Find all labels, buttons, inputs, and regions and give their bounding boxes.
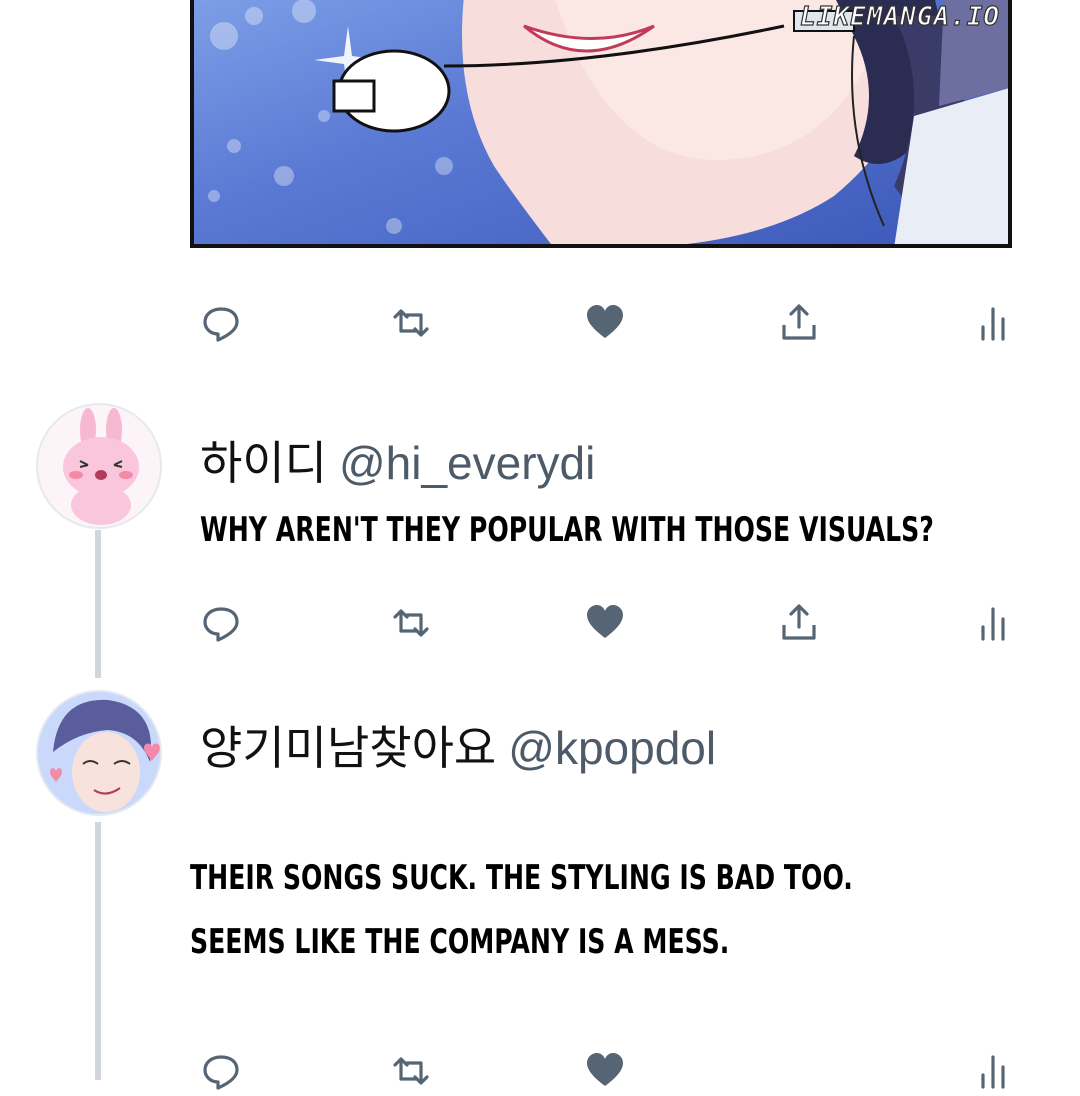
tweet-action-bar — [190, 298, 1020, 348]
like-button[interactable] — [580, 298, 630, 348]
reply-text: WHY AREN'T THEY POPULAR WITH THOSE VISUA… — [200, 500, 934, 560]
retweet-button[interactable] — [386, 598, 436, 648]
like-icon — [587, 605, 623, 638]
thread-line — [95, 822, 101, 1080]
reply-button[interactable] — [196, 1046, 246, 1096]
share-icon — [782, 604, 816, 640]
share-icon — [782, 304, 816, 340]
analytics-button[interactable] — [968, 298, 1018, 348]
retweet-icon — [393, 309, 429, 337]
like-icon — [587, 1053, 623, 1086]
avatar[interactable] — [36, 690, 162, 816]
like-icon — [587, 305, 623, 338]
display-name[interactable]: 하이디 — [200, 437, 327, 489]
reply-text-line: THEIR SONGS SUCK. THE STYLING IS BAD TOO… — [190, 858, 853, 898]
like-button[interactable] — [580, 1046, 630, 1096]
reply-icon — [203, 1055, 239, 1090]
pink-bunny-avatar-icon — [63, 408, 139, 525]
reply-action-bar — [190, 598, 1020, 648]
display-name[interactable]: 양기미남찾아요 — [200, 722, 496, 774]
retweet-button[interactable] — [386, 298, 436, 348]
thread-line — [95, 530, 101, 678]
retweet-icon — [393, 609, 429, 637]
like-button[interactable] — [580, 598, 630, 648]
reply-text: THEIR SONGS SUCK. THE STYLING IS BAD TOO… — [190, 846, 853, 974]
avatar[interactable] — [36, 403, 162, 529]
analytics-button[interactable] — [968, 1046, 1018, 1096]
analytics-button[interactable] — [968, 598, 1018, 648]
manga-panel-image: LIKEMANGA.IO — [190, 0, 1012, 248]
retweet-button[interactable] — [386, 1046, 436, 1096]
watermark-text: LIKEMANGA.IO — [800, 1, 1000, 32]
analytics-icon — [981, 607, 1005, 641]
retweet-icon — [393, 1057, 429, 1085]
reply-author[interactable]: 하이디 @hi_everydi — [200, 427, 595, 493]
reply-text-line: WHY AREN'T THEY POPULAR WITH THOSE VISUA… — [200, 510, 934, 550]
reply-action-bar — [190, 1046, 1020, 1096]
user-handle[interactable]: @hi_everydi — [339, 437, 595, 489]
share-button[interactable] — [774, 598, 824, 648]
reply-author[interactable]: 양기미남찾아요 @kpopdol — [200, 712, 716, 778]
reply-button[interactable] — [196, 598, 246, 648]
share-button[interactable] — [774, 298, 824, 348]
reply-button[interactable] — [196, 298, 246, 348]
reply-icon — [203, 607, 239, 642]
user-handle[interactable]: @kpopdol — [508, 722, 716, 774]
idol-fan-avatar-icon — [38, 692, 160, 814]
analytics-icon — [981, 1055, 1005, 1089]
reply-text-line: SEEMS LIKE THE COMPANY IS A MESS. — [190, 922, 730, 962]
reply-icon — [203, 307, 239, 342]
analytics-icon — [981, 307, 1005, 341]
